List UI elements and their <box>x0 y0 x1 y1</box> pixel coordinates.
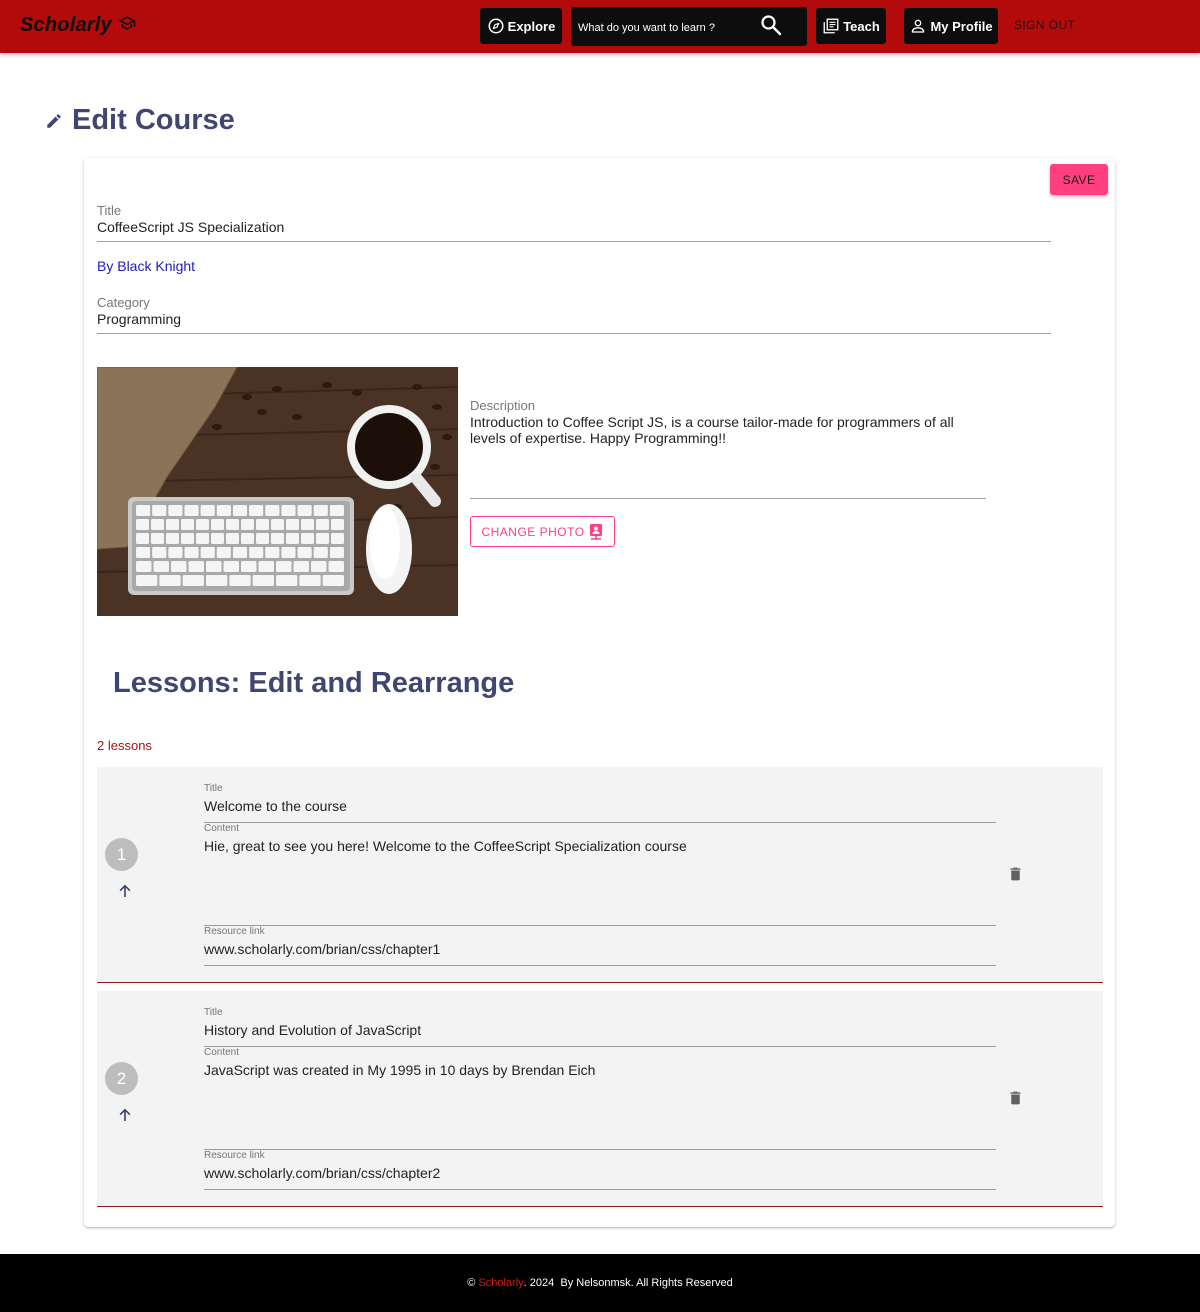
course-description-field[interactable]: Description Introduction to Coffee Scrip… <box>470 398 986 499</box>
lesson-item: 2 Title History and Evolution of JavaScr… <box>97 991 1103 1207</box>
my-profile-label: My Profile <box>930 18 993 34</box>
lesson-title-input[interactable]: Welcome to the course <box>204 798 996 819</box>
course-photo <box>97 367 458 616</box>
footer-brand-link[interactable]: Scholarly <box>478 1277 523 1289</box>
pencil-icon <box>47 113 61 128</box>
save-button[interactable]: SAVE <box>1050 164 1108 195</box>
arrow-up-icon[interactable] <box>116 1106 134 1124</box>
lesson-title-label: Title <box>204 783 223 794</box>
lesson-number-badge: 1 <box>105 838 138 871</box>
lesson-resource-label: Resource link <box>204 1150 265 1161</box>
person-icon <box>912 19 925 33</box>
lesson-content-label: Content <box>204 1047 240 1058</box>
copyright-symbol: © <box>467 1277 476 1289</box>
search-input[interactable] <box>578 20 748 36</box>
lesson-resource-label: Resource link <box>204 926 265 937</box>
course-photo-image <box>97 367 458 616</box>
add-photo-icon <box>589 523 602 540</box>
course-description-input[interactable]: Introduction to Coffee Script JS, is a c… <box>470 414 986 452</box>
compass-icon <box>488 18 504 34</box>
lesson-resource-field[interactable]: Resource link www.scholarly.com/brian/cs… <box>204 1150 996 1190</box>
lesson-title-field[interactable]: Title History and Evolution of JavaScrip… <box>204 1007 996 1047</box>
course-category-label: Category <box>97 295 150 310</box>
sign-out-button[interactable]: SIGN OUT <box>1014 18 1075 32</box>
lesson-content-field[interactable]: Content Hie, great to see you here! Welc… <box>204 823 996 926</box>
lesson-content-label: Content <box>204 823 240 834</box>
teach-button[interactable]: Teach <box>816 8 886 44</box>
page-title: Edit Course <box>72 104 235 136</box>
explore-label: Explore <box>507 18 556 34</box>
change-photo-button[interactable]: CHANGE PHOTO <box>470 516 615 547</box>
change-photo-label: CHANGE PHOTO <box>481 524 585 539</box>
course-author: By Black Knight <box>97 258 196 274</box>
teach-label: Teach <box>843 18 880 34</box>
lesson-title-input[interactable]: History and Evolution of JavaScript <box>204 1022 996 1043</box>
lesson-content-input[interactable]: Hie, great to see you here! Welcome to t… <box>204 838 996 859</box>
graduation-cap-icon <box>118 15 136 30</box>
brand-logo[interactable]: Scholarly <box>20 14 136 37</box>
lessons-heading: Lessons: Edit and Rearrange <box>113 667 515 699</box>
search-box <box>571 7 807 46</box>
library-books-icon <box>823 18 839 34</box>
lesson-title-field[interactable]: Title Welcome to the course <box>204 783 996 823</box>
course-title-label: Title <box>97 203 122 218</box>
lesson-resource-input[interactable]: www.scholarly.com/brian/css/chapter1 <box>204 941 996 962</box>
delete-icon[interactable] <box>1007 865 1024 883</box>
top-app-bar: Scholarly Explore Teach My Profile SIGN … <box>0 0 1200 53</box>
explore-button[interactable]: Explore <box>480 8 562 44</box>
lesson-resource-input[interactable]: www.scholarly.com/brian/css/chapter2 <box>204 1165 996 1186</box>
lesson-number-badge: 2 <box>105 1062 138 1095</box>
lesson-content-field[interactable]: Content JavaScript was created in My 199… <box>204 1047 996 1150</box>
course-category-field[interactable]: Category Programming <box>97 295 1051 334</box>
footer: © Scholarly. 2024 By Nelsonmsk. All Righ… <box>0 1254 1200 1312</box>
my-profile-button[interactable]: My Profile <box>904 8 998 44</box>
lesson-content-input[interactable]: JavaScript was created in My 1995 in 10 … <box>204 1062 996 1083</box>
page-heading: Edit Course <box>45 104 235 137</box>
edit-course-card: SAVE Title CoffeeScript JS Specializatio… <box>84 158 1115 1227</box>
search-icon[interactable] <box>759 13 783 37</box>
arrow-up-icon[interactable] <box>116 882 134 900</box>
course-title-field[interactable]: Title CoffeeScript JS Specialization <box>97 203 1051 242</box>
course-description-label: Description <box>470 398 536 413</box>
course-category-input[interactable]: Programming <box>97 311 1051 333</box>
delete-icon[interactable] <box>1007 1089 1024 1107</box>
brand-name[interactable]: Scholarly <box>20 14 112 37</box>
course-title-input[interactable]: CoffeeScript JS Specialization <box>97 219 1051 241</box>
lesson-resource-field[interactable]: Resource link www.scholarly.com/brian/cs… <box>204 926 996 966</box>
lessons-count: 2 lessons <box>97 738 152 753</box>
lesson-item: 1 Title Welcome to the course Content Hi… <box>97 767 1103 983</box>
lesson-title-label: Title <box>204 1007 223 1018</box>
footer-credits: . 2024 By Nelsonmsk. All Rights Reserved <box>523 1277 733 1289</box>
